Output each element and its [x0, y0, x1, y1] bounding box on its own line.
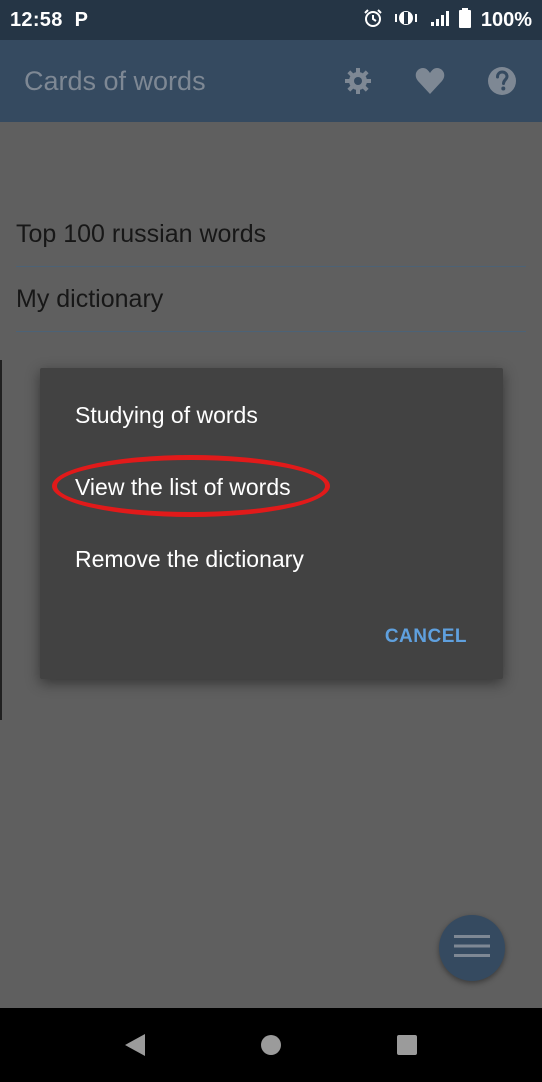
dictionary-options-dialog: Studying of words View the list of words…	[40, 368, 503, 679]
menu-fab[interactable]	[439, 915, 505, 981]
signal-icon	[429, 9, 449, 32]
heart-icon[interactable]	[414, 65, 446, 97]
app-bar-actions	[342, 65, 518, 97]
edge-divider	[0, 360, 2, 720]
home-icon[interactable]	[258, 1032, 284, 1058]
status-icons: 100%	[363, 7, 532, 33]
battery-percent: 100%	[480, 8, 532, 31]
menu-icon	[454, 933, 490, 964]
list-item[interactable]: My dictionary	[16, 267, 526, 332]
app-bar: Cards of words	[0, 40, 542, 122]
studying-of-words-option[interactable]: Studying of words	[75, 402, 258, 429]
parking-icon: P	[74, 8, 88, 31]
system-nav-bar	[0, 1008, 542, 1082]
app-title: Cards of words	[24, 65, 206, 96]
app-screen: 12:58 P 100% Cards of words Top 100 russ…	[0, 0, 542, 1082]
status-time: 12:58	[10, 8, 63, 31]
remove-dictionary-option[interactable]: Remove the dictionary	[75, 546, 304, 573]
status-bar: 12:58 P 100%	[0, 0, 542, 40]
view-list-of-words-option[interactable]: View the list of words	[75, 474, 291, 501]
list-item-label: Top 100 russian words	[16, 219, 267, 248]
gear-icon[interactable]	[342, 65, 374, 97]
cancel-button[interactable]: CANCEL	[385, 626, 467, 648]
help-icon[interactable]	[486, 65, 518, 97]
dictionary-list: Top 100 russian words My dictionary	[16, 202, 526, 332]
back-icon[interactable]	[122, 1032, 148, 1058]
alarm-icon	[363, 8, 383, 33]
vibrate-icon	[393, 8, 419, 33]
list-item-label: My dictionary	[16, 284, 164, 313]
recents-icon[interactable]	[394, 1032, 420, 1058]
list-item[interactable]: Top 100 russian words	[16, 202, 526, 267]
battery-icon	[458, 7, 471, 33]
